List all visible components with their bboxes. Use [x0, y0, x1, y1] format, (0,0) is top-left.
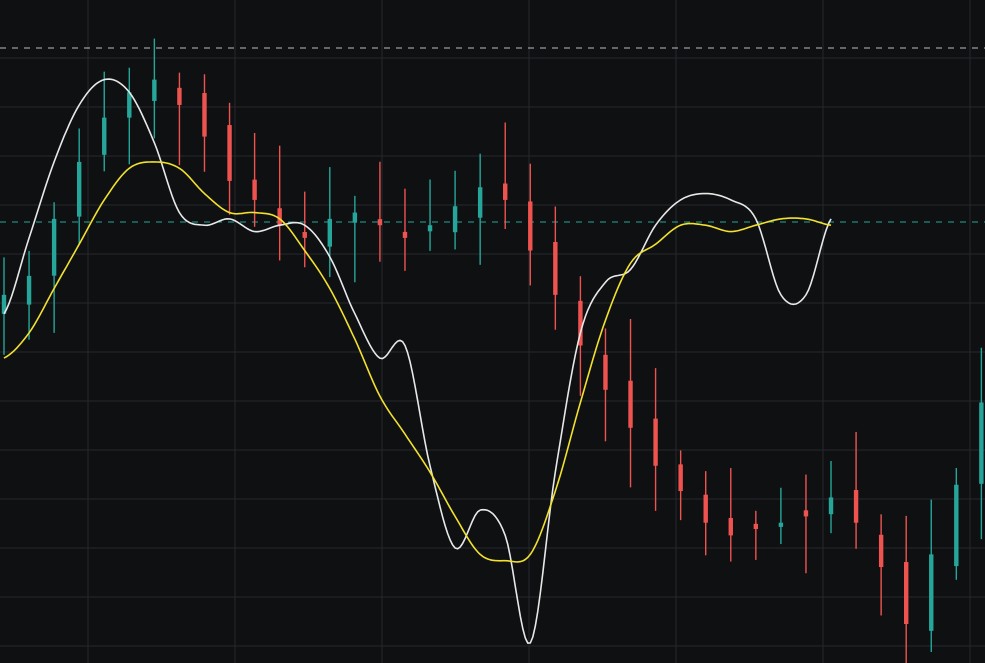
candle-body — [377, 219, 383, 226]
price-chart[interactable] — [0, 0, 985, 663]
candle-body — [954, 484, 959, 567]
candle-body — [252, 179, 257, 200]
candle-body — [202, 93, 207, 137]
candle-body — [26, 275, 32, 305]
candle-body — [929, 554, 934, 631]
candle-body — [177, 87, 182, 105]
chart-background — [0, 0, 985, 663]
candle-body — [427, 225, 433, 232]
candle-body — [628, 380, 633, 428]
candle-body — [302, 231, 307, 238]
candle-body — [528, 201, 533, 251]
chart-canvas[interactable] — [0, 0, 985, 663]
candle-body — [327, 218, 332, 247]
candle-body — [277, 208, 282, 226]
candle-body — [753, 523, 759, 530]
candle-body — [227, 125, 232, 181]
candle-body — [728, 518, 733, 536]
candle-body — [653, 418, 658, 466]
candle-body — [828, 497, 834, 515]
candle-body — [778, 522, 784, 527]
candle-body — [703, 494, 708, 523]
candle-body — [402, 231, 408, 238]
candle-body — [603, 354, 608, 390]
candle-body — [352, 212, 358, 223]
candle-body — [76, 161, 82, 217]
candle-body — [51, 218, 57, 276]
candle-body — [678, 464, 683, 492]
candle-body — [803, 510, 809, 517]
candle-body — [979, 402, 984, 484]
candle-body — [878, 534, 884, 568]
candle-body — [477, 187, 483, 218]
candle-body — [503, 183, 508, 200]
candle-body — [152, 79, 157, 101]
candle-body — [127, 92, 132, 118]
candle-body — [853, 489, 859, 523]
candle-body — [452, 206, 458, 233]
candle-body — [102, 117, 107, 155]
candle-body — [903, 562, 909, 625]
candle-body — [553, 241, 558, 295]
